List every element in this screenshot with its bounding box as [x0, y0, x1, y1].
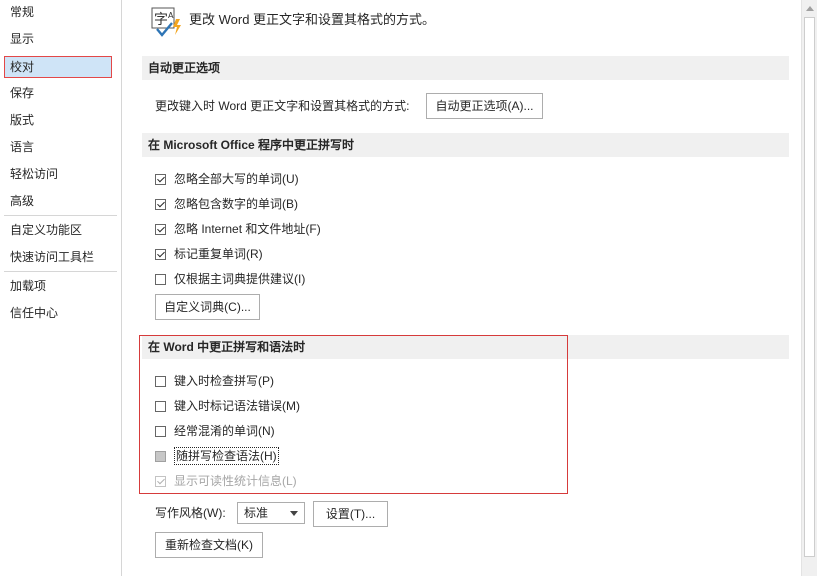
- sidebar-item-trust-center[interactable]: 信任中心: [4, 302, 112, 324]
- sidebar-item-advanced[interactable]: 高级: [4, 190, 112, 212]
- option-label: 键入时检查拼写(P): [174, 374, 274, 388]
- recheck-document-button[interactable]: 重新检查文档(K): [155, 532, 263, 558]
- vertical-scrollbar[interactable]: [801, 0, 817, 576]
- page-title: 更改 Word 更正文字和设置其格式的方式。: [189, 12, 436, 27]
- sidebar-item-display[interactable]: 显示: [4, 28, 112, 50]
- option-label: 显示可读性统计信息(L): [174, 474, 297, 488]
- option-label: 仅根据主词典提供建议(I): [174, 272, 306, 286]
- option-ignore-uppercase[interactable]: 忽略全部大写的单词(U): [155, 169, 299, 189]
- sidebar-item-quick-access-toolbar[interactable]: 快速访问工具栏: [4, 246, 112, 268]
- sidebar-item-accessibility[interactable]: 轻松访问: [4, 163, 112, 185]
- svg-text:字: 字: [154, 12, 168, 28]
- checkbox-icon[interactable]: [155, 173, 166, 185]
- sidebar-item-proofing[interactable]: 校对: [4, 56, 112, 78]
- option-label: 随拼写检查语法(H): [174, 447, 279, 465]
- proofing-panel: 字 A 更改 Word 更正文字和设置其格式的方式。 自动更正选项 更改键入时 …: [122, 0, 802, 576]
- custom-dictionaries-button[interactable]: 自定义词典(C)...: [155, 294, 260, 320]
- options-sidebar: 常规 显示 校对 保存 版式 语言 轻松访问 高级 自定义功能区 快速访问工具栏…: [0, 0, 122, 576]
- sidebar-item-language[interactable]: 语言: [4, 136, 112, 158]
- checkbox-icon[interactable]: [155, 198, 166, 210]
- sidebar-item-customize-ribbon[interactable]: 自定义功能区: [4, 219, 112, 241]
- option-label: 忽略包含数字的单词(B): [174, 197, 298, 211]
- checkbox-icon[interactable]: [155, 425, 166, 437]
- autocorrect-description: 更改键入时 Word 更正文字和设置其格式的方式:: [155, 99, 410, 113]
- section-heading-word-spelling: 在 Word 中更正拼写和语法时: [142, 335, 789, 359]
- option-label: 键入时标记语法错误(M): [174, 399, 300, 413]
- section-heading-office-spelling: 在 Microsoft Office 程序中更正拼写时: [142, 133, 789, 157]
- option-check-spelling-as-type[interactable]: 键入时检查拼写(P): [155, 371, 274, 391]
- sidebar-item-general[interactable]: 常规: [4, 1, 112, 23]
- option-label: 经常混淆的单词(N): [174, 424, 275, 438]
- option-mark-grammar-errors[interactable]: 键入时标记语法错误(M): [155, 396, 300, 416]
- option-label: 标记重复单词(R): [174, 247, 263, 261]
- writing-style-value: 标准: [244, 506, 269, 520]
- sidebar-divider: [4, 215, 117, 216]
- scroll-up-arrow-icon[interactable]: [802, 0, 817, 17]
- checkbox-icon[interactable]: [155, 248, 166, 260]
- sidebar-item-addins[interactable]: 加载项: [4, 275, 112, 297]
- checkbox-icon[interactable]: [155, 400, 166, 412]
- sidebar-divider: [4, 271, 117, 272]
- settings-button[interactable]: 设置(T)...: [313, 501, 388, 527]
- option-ignore-internet[interactable]: 忽略 Internet 和文件地址(F): [155, 219, 321, 239]
- autocorrect-options-button[interactable]: 自动更正选项(A)...: [426, 93, 543, 119]
- checkbox-icon[interactable]: [155, 375, 166, 387]
- option-flag-repeated[interactable]: 标记重复单词(R): [155, 244, 263, 264]
- option-ignore-numbers[interactable]: 忽略包含数字的单词(B): [155, 194, 298, 214]
- option-label: 忽略全部大写的单词(U): [174, 172, 299, 186]
- svg-text:A: A: [168, 11, 174, 20]
- option-check-grammar-with-spelling[interactable]: 随拼写检查语法(H): [155, 446, 279, 466]
- writing-style-label: 写作风格(W):: [155, 506, 226, 520]
- section-heading-autocorrect: 自动更正选项: [142, 56, 789, 80]
- checkbox-icon: [155, 475, 166, 487]
- proofing-abc-icon: 字 A: [151, 7, 183, 37]
- checkbox-icon[interactable]: [155, 223, 166, 235]
- scrollbar-thumb[interactable]: [804, 17, 815, 557]
- chevron-down-icon: [290, 511, 298, 516]
- option-readability-statistics: 显示可读性统计信息(L): [155, 471, 297, 491]
- option-main-dictionary-only[interactable]: 仅根据主词典提供建议(I): [155, 269, 305, 289]
- sidebar-item-save[interactable]: 保存: [4, 82, 112, 104]
- option-confused-words[interactable]: 经常混淆的单词(N): [155, 421, 275, 441]
- checkbox-icon[interactable]: [155, 273, 166, 285]
- writing-style-select[interactable]: 标准: [237, 502, 305, 524]
- option-label: 忽略 Internet 和文件地址(F): [174, 222, 321, 236]
- checkbox-icon[interactable]: [155, 450, 166, 462]
- sidebar-item-layout[interactable]: 版式: [4, 109, 112, 131]
